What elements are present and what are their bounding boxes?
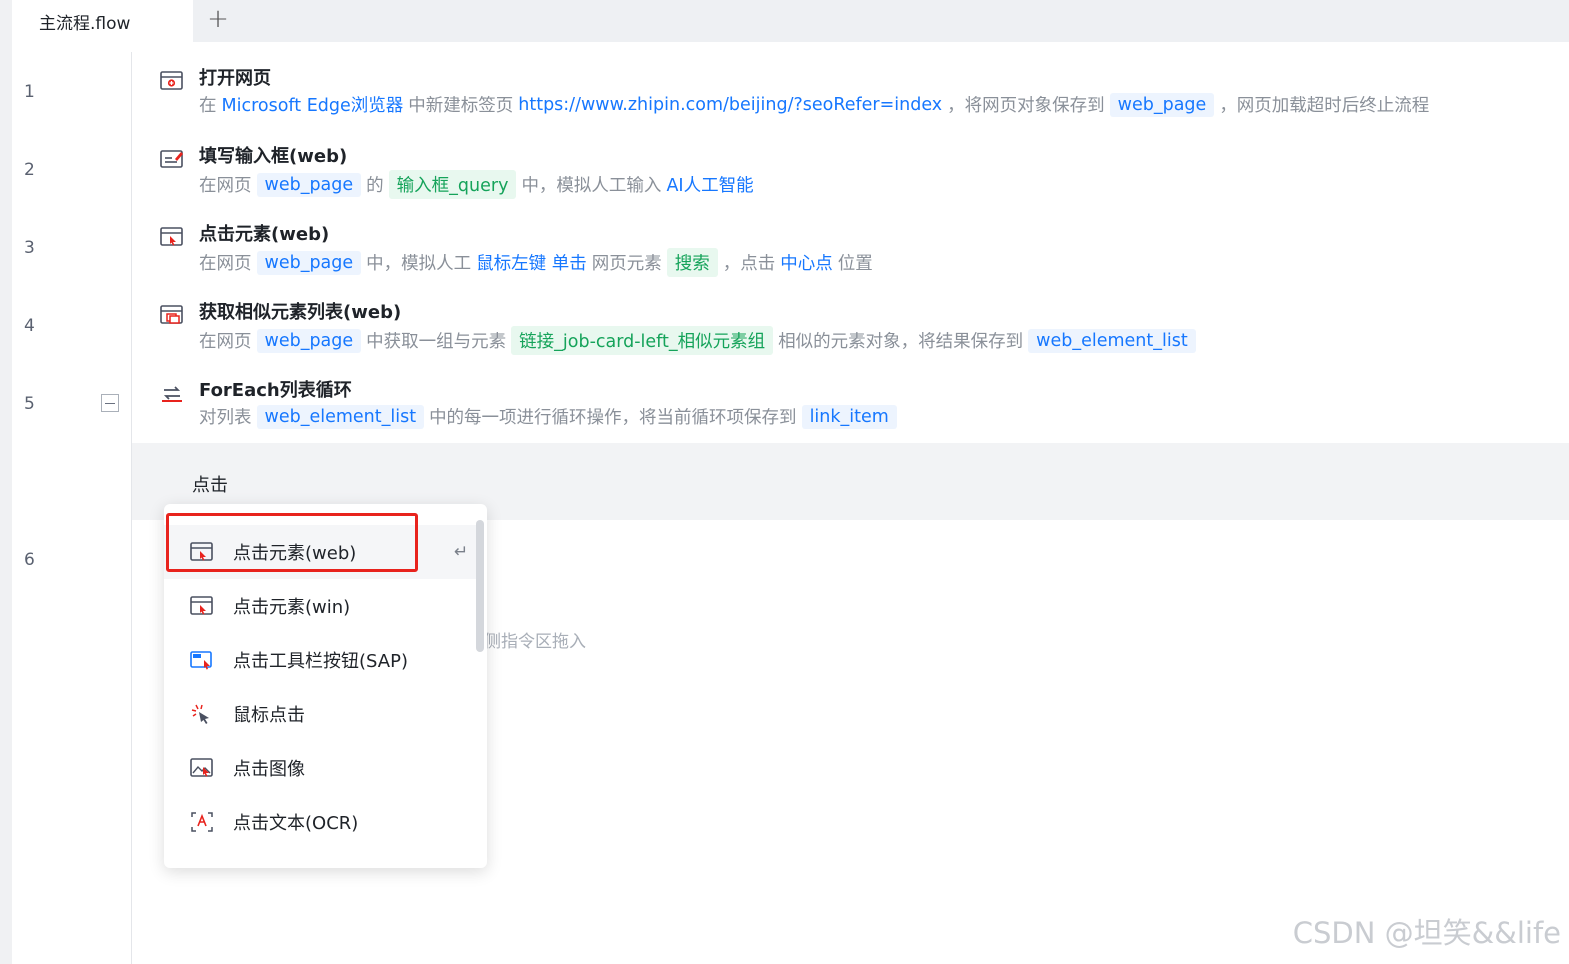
step-description: 在网页 web_page 的 输入框_query 中，模拟人工输入 AI人工智能	[199, 170, 759, 199]
suggestion-click-ocr-text[interactable]: 点击文本(OCR)	[164, 795, 476, 849]
suggestion-label: 点击工具栏按钮(SAP)	[233, 651, 408, 672]
tab-main-flow[interactable]: 主流程.flow	[12, 0, 193, 42]
browser-param[interactable]: Microsoft Edge浏览器	[222, 92, 404, 117]
similar-elements-icon	[160, 305, 183, 324]
input-value-param[interactable]: AI人工智能	[666, 172, 753, 197]
suggestion-mouse-click[interactable]: 鼠标点击	[164, 687, 476, 741]
click-element-win-icon	[190, 596, 213, 615]
step-description: 在网页 web_page 中，模拟人工 鼠标左键 单击 网页元素 搜索 ，点击 …	[199, 248, 878, 277]
step-title: 填写输入框(web)	[199, 146, 348, 167]
element-chip[interactable]: 搜索	[666, 248, 718, 277]
variable-chip[interactable]: web_page	[256, 250, 362, 275]
search-input[interactable]: 点击	[192, 471, 228, 497]
step-description: 在网页 web_page 中获取一组与元素 链接_job-card-left_相…	[199, 326, 1201, 355]
sap-toolbar-icon	[190, 651, 212, 670]
collapse-loop-button[interactable]	[101, 394, 119, 412]
desc-text: 中获取一组与元素	[366, 332, 507, 352]
loop-icon	[162, 386, 182, 402]
desc-text: 位置	[837, 254, 873, 274]
step-title: ForEach列表循环	[199, 380, 352, 401]
desc-text: ，将网页对象保存到	[947, 96, 1105, 116]
mouse-click-icon	[191, 704, 209, 724]
desc-text: 在网页	[199, 176, 252, 196]
drag-hint-text: 侧指令区拖入	[484, 632, 586, 652]
line-number: 4	[24, 316, 35, 336]
tab-label: 主流程.flow	[39, 13, 131, 34]
fill-input-icon	[160, 150, 183, 168]
element-chip[interactable]: 输入框_query	[388, 170, 517, 199]
variable-chip[interactable]: web_element_list	[1028, 328, 1196, 353]
line-number: 1	[24, 82, 35, 102]
variable-chip[interactable]: web_page	[256, 328, 362, 353]
suggestion-click-image[interactable]: 点击图像	[164, 741, 476, 795]
desc-text: 中，模拟人工	[366, 254, 472, 274]
line-number: 3	[24, 238, 35, 258]
desc-text: 网页元素	[591, 254, 662, 274]
element-chip[interactable]: 链接_job-card-left_相似元素组	[511, 326, 774, 355]
desc-text: 中，模拟人工输入	[521, 176, 662, 196]
enter-key-icon: ↵	[454, 542, 469, 562]
suggestion-label: 鼠标点击	[233, 705, 305, 726]
desc-text: ，点击	[722, 254, 776, 274]
step-title: 点击元素(web)	[199, 224, 330, 245]
annotation-highlight-box	[166, 513, 418, 572]
dropdown-scrollbar[interactable]	[476, 520, 484, 652]
flow-step-fill-input[interactable]: 填写输入框(web) 在网页 web_page 的 输入框_query 中，模拟…	[160, 142, 1540, 212]
line-number: 5	[24, 394, 35, 414]
desc-text: 的	[366, 176, 384, 196]
tab-bar: 主流程.flow +	[12, 0, 1569, 42]
desc-text: 对列表	[199, 408, 252, 428]
flow-step-click-element[interactable]: 点击元素(web) 在网页 web_page 中，模拟人工 鼠标左键 单击 网页…	[160, 220, 1540, 290]
click-type-param[interactable]: 鼠标左键 单击	[476, 250, 587, 275]
click-image-icon	[190, 758, 213, 777]
desc-text: 在	[199, 96, 217, 116]
variable-chip[interactable]: link_item	[801, 404, 897, 429]
line-number: 6	[24, 550, 35, 570]
variable-chip[interactable]: web_page	[256, 172, 362, 197]
browser-open-icon	[160, 71, 183, 90]
suggestion-sap-toolbar[interactable]: 点击工具栏按钮(SAP)	[164, 633, 476, 687]
suggestion-label: 点击元素(win)	[233, 597, 351, 618]
flow-step-foreach-loop[interactable]: ForEach列表循环 对列表 web_element_list 中的每一项进行…	[160, 376, 1540, 446]
desc-text: 在网页	[199, 332, 252, 352]
url-param[interactable]: https://www.zhipin.com/beijing/?seoRefer…	[518, 95, 942, 115]
step-title: 获取相似元素列表(web)	[199, 302, 402, 323]
desc-text: 相似的元素对象，将结果保存到	[778, 332, 1024, 352]
watermark: CSDN @坦笑&&life	[1292, 916, 1561, 950]
add-tab-button[interactable]: +	[203, 4, 233, 34]
flow-step-open-page[interactable]: 打开网页 在 Microsoft Edge浏览器 中新建标签页 https://…	[160, 64, 1540, 134]
desc-text: 中新建标签页	[408, 96, 514, 116]
flow-step-get-similar-elements[interactable]: 获取相似元素列表(web) 在网页 web_page 中获取一组与元素 链接_j…	[160, 298, 1540, 368]
click-element-icon	[160, 227, 183, 246]
step-description: 对列表 web_element_list 中的每一项进行循环操作，将当前循环项保…	[199, 404, 902, 429]
step-description: 在 Microsoft Edge浏览器 中新建标签页 https://www.z…	[199, 92, 1434, 117]
suggestion-label: 点击图像	[233, 759, 305, 780]
left-edge-strip	[0, 0, 12, 964]
desc-text: ，网页加载超时后终止流程	[1219, 96, 1430, 116]
click-ocr-text-icon	[191, 812, 213, 832]
suggestion-click-element-win[interactable]: 点击元素(win)	[164, 579, 476, 633]
desc-text: 中的每一项进行循环操作，将当前循环项保存到	[429, 408, 797, 428]
variable-chip[interactable]: web_element_list	[256, 404, 425, 429]
suggestion-label: 点击文本(OCR)	[233, 813, 359, 834]
click-position-param[interactable]: 中心点	[780, 250, 833, 275]
variable-chip[interactable]: web_page	[1109, 92, 1215, 117]
desc-text: 在网页	[199, 254, 252, 274]
step-title: 打开网页	[199, 68, 271, 89]
line-number: 2	[24, 160, 35, 180]
